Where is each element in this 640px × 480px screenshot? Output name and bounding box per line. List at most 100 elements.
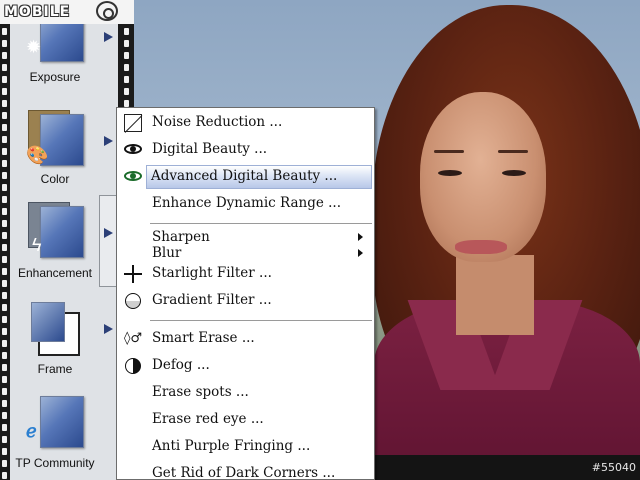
film-perforation (2, 316, 7, 323)
internet-explorer-icon: ℯ (26, 421, 37, 441)
defog-icon (124, 357, 142, 375)
film-perforation (2, 160, 7, 167)
film-perforation (2, 376, 7, 383)
film-perforation (2, 112, 7, 119)
menu-item-anti-purple-fringing[interactable]: Anti Purple Fringing ... (118, 435, 373, 459)
menu-item-erase-red-eye[interactable]: Erase red eye ... (118, 408, 373, 432)
film-perforation (2, 76, 7, 83)
green-eye-icon (124, 168, 142, 186)
film-perforation (2, 256, 7, 263)
community-thumbnail: ℯ (26, 396, 84, 448)
expand-arrow-icon[interactable] (104, 228, 113, 238)
menu-item-blur[interactable]: Blur (118, 245, 373, 262)
film-perforation (2, 184, 7, 191)
film-perforation (2, 232, 7, 239)
film-perforation (124, 28, 129, 35)
noise-reduction-icon (124, 114, 143, 133)
enhancement-menu: Noise Reduction ... Digital Beauty ... A… (116, 107, 375, 480)
menu-item-enhance-dynamic-range[interactable]: Enhance Dynamic Range ... (118, 192, 373, 216)
logo-mark-icon (96, 1, 118, 21)
film-perforation (2, 268, 7, 275)
film-perforation (2, 292, 7, 299)
portrait-neck (456, 255, 534, 335)
film-perforation (2, 40, 7, 47)
tool-color[interactable]: 🎨 Color (10, 106, 118, 198)
palette-icon: 🎨 (26, 145, 49, 165)
lightning-icon: ϟ (32, 235, 42, 255)
logo-text: MOBILE (4, 4, 71, 20)
film-perforation (2, 220, 7, 227)
gradient-icon (124, 292, 142, 310)
menu-separator (150, 223, 372, 225)
tool-label-color: Color (40, 172, 70, 186)
film-perforation (2, 460, 7, 467)
film-perforation (124, 64, 129, 71)
tool-sidebar: ✹ Exposure 🎨 Color ϟ Enhancement Frame ℯ… (0, 0, 134, 480)
menu-item-starlight-filter[interactable]: Starlight Filter ... (118, 262, 373, 286)
film-perforation (2, 124, 7, 131)
film-perforation (2, 400, 7, 407)
frame-thumbnail (31, 302, 84, 356)
expand-arrow-icon[interactable] (104, 324, 113, 334)
starlight-icon (124, 265, 142, 283)
tool-label-enhancement: Enhancement (17, 266, 93, 280)
film-perforation (2, 412, 7, 419)
menu-item-digital-beauty[interactable]: Digital Beauty ... (118, 138, 373, 162)
film-perforation (124, 52, 129, 59)
menu-item-noise-reduction[interactable]: Noise Reduction ... (118, 111, 373, 135)
film-perforation (2, 196, 7, 203)
tool-frame[interactable]: Frame (10, 294, 118, 386)
film-perforation (2, 64, 7, 71)
film-perforation (2, 328, 7, 335)
watermark: #55040 (591, 461, 636, 474)
smart-erase-icon: ◊♂ (124, 331, 143, 346)
portrait-lips (455, 240, 507, 254)
film-perforation (2, 136, 7, 143)
menu-item-smart-erase[interactable]: ◊♂ Smart Erase ... (118, 327, 373, 351)
menu-item-defog[interactable]: Defog ... (118, 354, 373, 378)
film-perforation (124, 100, 129, 107)
film-strip-left (0, 0, 10, 480)
expand-arrow-icon[interactable] (104, 32, 113, 42)
film-perforation (2, 148, 7, 155)
menu-item-sharpen[interactable]: Sharpen (118, 229, 373, 246)
film-perforation (2, 172, 7, 179)
expand-arrow-icon[interactable] (104, 136, 113, 146)
color-thumbnail: 🎨 (26, 110, 84, 166)
mobile01-logo: MOBILE (0, 0, 134, 24)
menu-item-gradient-filter[interactable]: Gradient Filter ... (118, 289, 373, 313)
film-perforation (2, 388, 7, 395)
submenu-arrow-icon (358, 233, 363, 241)
film-perforation (2, 340, 7, 347)
film-perforation (2, 424, 7, 431)
tool-label-frame: Frame (37, 362, 73, 376)
film-perforation (2, 100, 7, 107)
film-perforation (2, 208, 7, 215)
menu-item-dark-corners[interactable]: Get Rid of Dark Corners ... (118, 462, 373, 479)
submenu-arrow-icon (358, 249, 363, 257)
film-perforation (2, 472, 7, 479)
film-perforation (2, 52, 7, 59)
sun-icon: ✹ (26, 37, 42, 57)
film-perforation (2, 244, 7, 251)
film-perforation (2, 448, 7, 455)
eye-icon (124, 141, 142, 159)
film-perforation (2, 364, 7, 371)
menu-item-advanced-digital-beauty[interactable]: Advanced Digital Beauty ... (146, 165, 372, 189)
film-perforation (124, 40, 129, 47)
menu-item-erase-spots[interactable]: Erase spots ... (118, 381, 373, 405)
portrait-face (420, 92, 546, 262)
tool-label-tp-community: TP Community (15, 456, 95, 470)
film-perforation (2, 304, 7, 311)
film-perforation (124, 76, 129, 83)
menu-separator (150, 320, 372, 322)
film-perforation (2, 88, 7, 95)
tool-enhancement[interactable]: ϟ Enhancement (10, 198, 118, 290)
film-perforation (2, 28, 7, 35)
film-perforation (2, 352, 7, 359)
film-perforation (2, 436, 7, 443)
tool-label-exposure: Exposure (29, 70, 81, 84)
tool-tp-community[interactable]: ℯ TP Community (10, 388, 118, 480)
film-perforation (124, 88, 129, 95)
enhancement-thumbnail: ϟ (28, 202, 84, 258)
